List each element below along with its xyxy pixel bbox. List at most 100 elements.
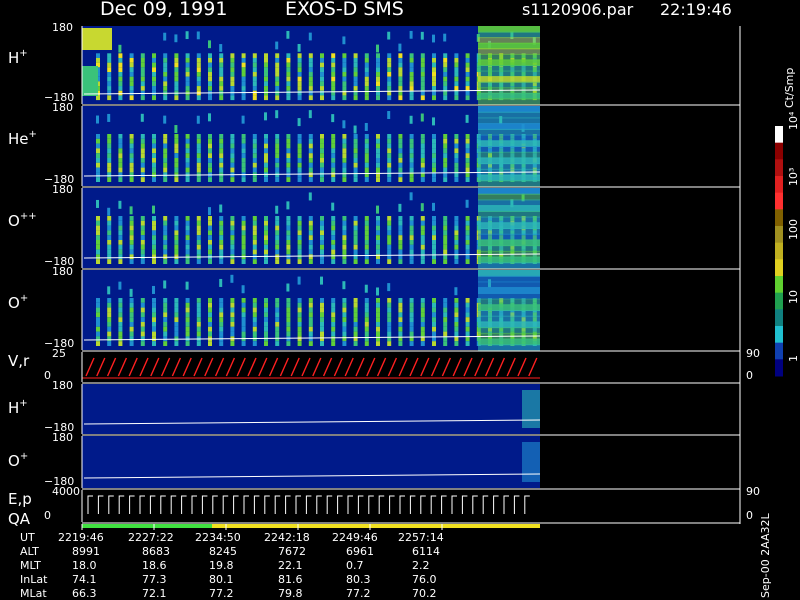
- intensity-cell: [163, 312, 168, 318]
- intensity-cell: [376, 322, 380, 327]
- intensity-cell: [376, 244, 380, 250]
- intensity-cell: [219, 235, 224, 240]
- intensity-cell: [174, 298, 179, 303]
- intensity-cell: [478, 146, 540, 153]
- intensity-cell: [320, 67, 324, 73]
- intensity-cell: [409, 244, 414, 250]
- intensity-cell: [140, 167, 145, 173]
- intensity-cell: [432, 322, 436, 327]
- intensity-cell: [196, 162, 201, 168]
- intensity-cell: [409, 302, 414, 308]
- intensity-cell: [208, 249, 212, 255]
- intensity-cell: [152, 153, 156, 158]
- panel-8: [81, 490, 740, 528]
- ephemeris-cell: 8683: [142, 545, 170, 558]
- intensity-cell: [241, 216, 246, 221]
- intensity-cell: [252, 81, 257, 87]
- intensity-cell: [252, 326, 257, 332]
- intensity-cell: [465, 134, 470, 139]
- intensity-cell: [264, 162, 268, 168]
- intensity-cell: [196, 57, 201, 63]
- intensity-cell: [387, 322, 392, 327]
- intensity-cell: [320, 307, 324, 313]
- intensity-cell: [230, 225, 235, 231]
- intensity-cell: [409, 67, 414, 73]
- intensity-cell: [140, 158, 145, 163]
- intensity-cell: [219, 53, 224, 58]
- intensity-cell: [478, 151, 540, 159]
- intensity-cell: [241, 86, 246, 91]
- intensity-cell: [376, 230, 380, 236]
- intensity-cell: [331, 67, 336, 73]
- intensity-cell: [465, 81, 470, 87]
- intensity-cell: [286, 244, 291, 250]
- colorbar-segment: [775, 259, 783, 277]
- intensity-cell: [409, 317, 414, 322]
- y-tick-top: 180: [52, 379, 73, 392]
- intensity-cell: [163, 162, 168, 168]
- intensity-cell: [174, 34, 178, 43]
- intensity-cell: [409, 148, 414, 154]
- intensity-cell: [275, 240, 280, 245]
- intensity-cell: [264, 167, 268, 173]
- intensity-cell: [454, 177, 459, 182]
- intensity-cell: [465, 225, 470, 231]
- intensity-cell: [107, 341, 112, 346]
- intensity-cell: [174, 331, 179, 337]
- intensity-cell: [478, 233, 540, 241]
- colorbar-segment: [775, 176, 783, 194]
- intensity-cell: [320, 177, 324, 182]
- ephemeris-cell: 19.8: [209, 559, 234, 572]
- intensity-cell: [129, 148, 134, 154]
- intensity-cell: [308, 230, 313, 236]
- intensity-cell: [286, 162, 291, 168]
- panel-3: [81, 188, 740, 270]
- intensity-cell: [478, 304, 540, 311]
- intensity-cell: [342, 336, 347, 342]
- qa-bar-fair: [212, 524, 540, 528]
- intensity-cell: [353, 62, 358, 68]
- intensity-cell: [96, 259, 100, 264]
- intensity-cell: [308, 86, 313, 91]
- intensity-cell: [275, 110, 279, 119]
- intensity-cell: [409, 76, 414, 82]
- intensity-cell: [275, 53, 280, 58]
- intensity-cell: [297, 158, 302, 163]
- intensity-cell: [478, 298, 540, 306]
- intensity-cell: [241, 235, 246, 240]
- intensity-cell: [387, 298, 392, 303]
- intensity-cell: [387, 53, 392, 58]
- intensity-cell: [376, 177, 380, 182]
- intensity-cell: [196, 134, 201, 139]
- intensity-cell: [465, 138, 470, 144]
- intensity-cell: [275, 167, 280, 173]
- intensity-cell: [107, 95, 112, 101]
- intensity-cell: [96, 230, 100, 236]
- intensity-cell: [185, 95, 190, 101]
- intensity-cell: [420, 298, 425, 303]
- intensity-cell: [320, 162, 324, 168]
- intensity-cell: [443, 53, 448, 58]
- intensity-cell: [129, 167, 134, 173]
- intensity-cell: [364, 341, 369, 346]
- intensity-cell: [342, 67, 347, 73]
- intensity-cell: [353, 162, 358, 168]
- intensity-cell: [107, 162, 112, 168]
- intensity-cell: [376, 62, 380, 68]
- intensity-cell: [219, 341, 224, 346]
- intensity-cell: [409, 153, 414, 158]
- intensity-cell: [264, 86, 268, 91]
- intensity-cell: [353, 235, 358, 240]
- intensity-cell: [478, 270, 540, 277]
- ephemeris-cell: 2257:14: [398, 531, 444, 544]
- ephemeris-row-label: MLat: [20, 587, 47, 600]
- intensity-cell: [376, 76, 380, 82]
- intensity-cell: [297, 254, 302, 260]
- intensity-cell: [320, 134, 324, 139]
- intensity-cell: [118, 95, 123, 101]
- intensity-cell: [478, 315, 540, 323]
- intensity-cell: [342, 244, 347, 250]
- intensity-cell: [208, 177, 212, 182]
- intensity-cell: [331, 153, 336, 158]
- intensity-cell: [432, 326, 436, 332]
